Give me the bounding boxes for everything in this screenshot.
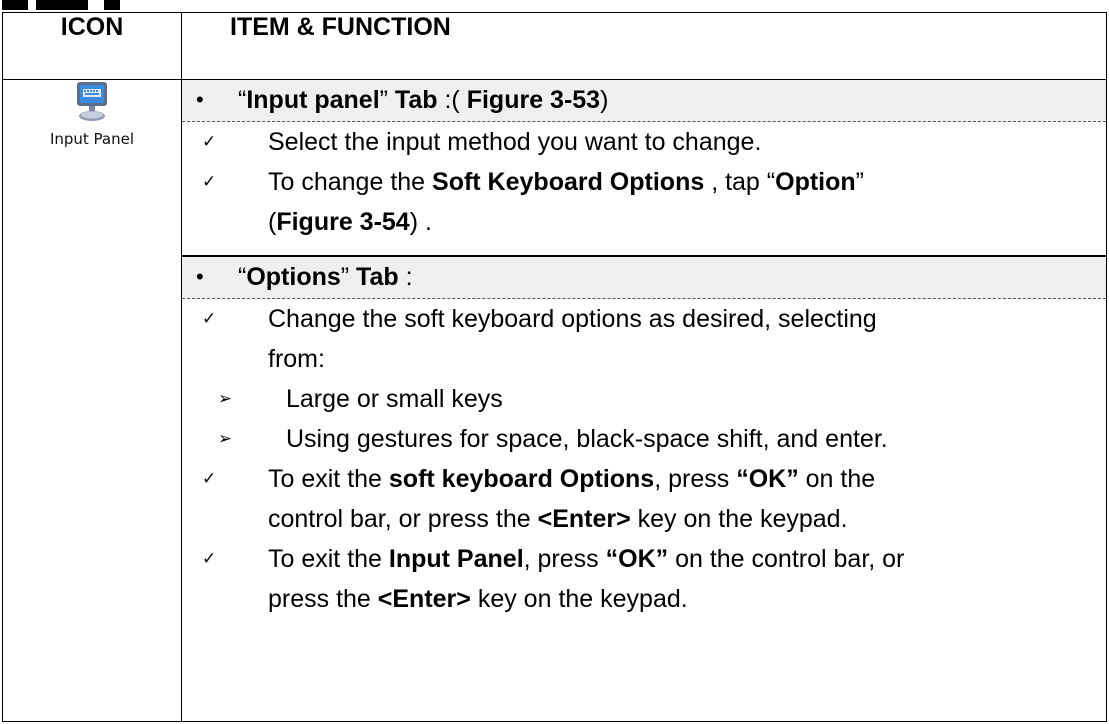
tab-name: Options <box>246 263 341 291</box>
checkmark-icon: ✓ <box>202 469 217 489</box>
list-item: ✓ Change the soft keyboard options as de… <box>182 299 1106 379</box>
item-function-cell: • “Input panel” Tab :( Figure 3-53) ✓ Se… <box>181 79 1107 722</box>
icon-column-header: ICON <box>2 12 182 80</box>
figure-ref: Figure 3-53 <box>466 86 601 114</box>
list-item: ➢ Large or small keys <box>182 379 1106 419</box>
list-item: ✓ To change the Soft Keyboard Options , … <box>182 162 1106 242</box>
cropped-heading-fragment <box>104 0 120 10</box>
cropped-heading-fragment <box>2 0 28 10</box>
cropped-heading-fragment <box>36 0 88 10</box>
bullet-dot: • <box>196 87 204 112</box>
checkmark-icon: ✓ <box>202 309 217 329</box>
icon-caption: Input Panel <box>49 130 135 148</box>
list-item: ✓ Select the input method you want to ch… <box>182 122 1106 162</box>
table-header-row: ICON ITEM & FUNCTION <box>2 12 1107 80</box>
tab-name: Input panel <box>246 86 380 114</box>
checkmark-icon: ✓ <box>202 132 217 152</box>
table-row: Input Panel • “Input panel” Tab :( Figur… <box>2 79 1107 722</box>
list-item: ➢ Using gestures for space, black-space … <box>182 419 1106 459</box>
checkmark-icon: ✓ <box>202 549 217 569</box>
options-tab-heading: • “Options” Tab : <box>182 257 1106 299</box>
arrow-bullet-icon: ➢ <box>218 429 233 449</box>
function-table: ICON ITEM & FUNCTION Input Panel • “Inpu… <box>2 12 1107 722</box>
arrow-bullet-icon: ➢ <box>218 389 233 409</box>
item-function-column-header: ITEM & FUNCTION <box>181 12 1107 80</box>
list-item: ✓ To exit the Input Panel, press “OK” on… <box>182 539 1106 619</box>
monitor-keyboard-icon <box>77 82 107 121</box>
bullet-dot: • <box>196 264 204 289</box>
input-panel-tab-heading: • “Input panel” Tab :( Figure 3-53) <box>182 80 1106 122</box>
icon-cell: Input Panel <box>2 79 182 722</box>
checkmark-icon: ✓ <box>202 172 217 192</box>
list-item: ✓ To exit the soft keyboard Options, pre… <box>182 459 1106 539</box>
